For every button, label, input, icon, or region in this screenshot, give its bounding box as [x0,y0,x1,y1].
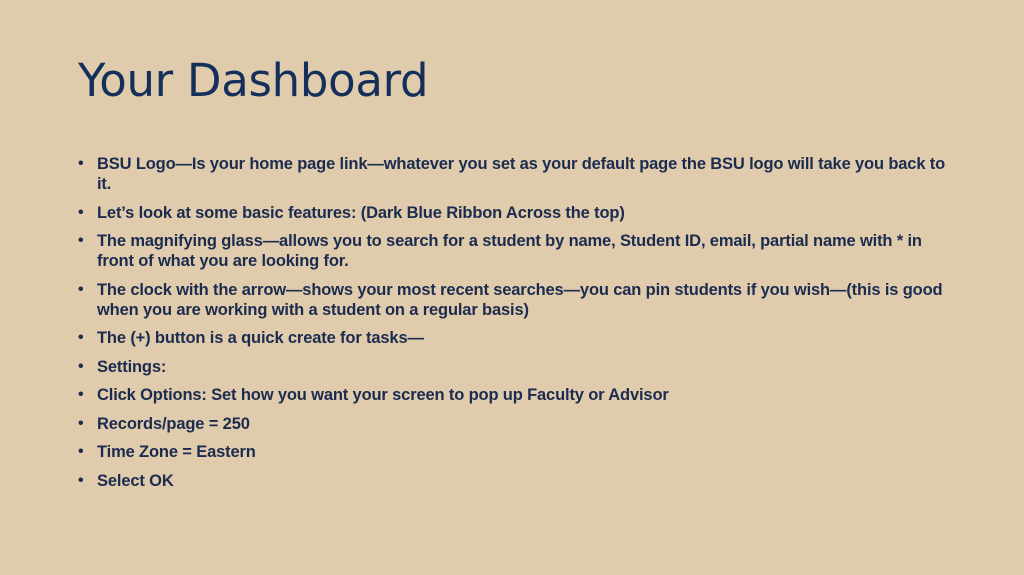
bullet-text: Select OK [97,471,174,490]
bullet-glyph: • [78,414,84,432]
bullet-glyph: • [78,443,84,460]
bullet-glyph: • [78,280,84,298]
bullet-item-features: • Let’s look at some basic features: (Dar… [78,203,958,223]
bullet-glyph: • [78,155,84,172]
bullet-glyph: • [78,357,84,375]
bullet-item-click-options: • Click Options: Set how you want your sc… [78,385,958,405]
slide: Your Dashboard • BSU Logo—Is your home pa… [0,0,1024,575]
bullet-text: BSU Logo—Is your home page link—whatever… [97,155,946,193]
bullet-item-quick-create: • The (+) button is a quick create for ta… [78,328,958,348]
slide-title: Your Dashboard [78,54,429,107]
bullet-item-magnifying-glass: • The magnifying glass—allows you to sear… [78,231,958,271]
bullet-list: • BSU Logo—Is your home page link—whateve… [78,154,958,499]
bullet-item-select-ok: • Select OK [78,471,958,491]
bullet-glyph: • [78,471,84,489]
bullet-glyph: • [78,232,84,249]
bullet-item-settings: • Settings: [78,357,958,377]
bullet-text: Records/page = 250 [97,414,250,433]
bullet-text: Let’s look at some basic features: (Dark… [97,203,625,222]
bullet-item-time-zone: • Time Zone = Eastern [78,442,958,462]
bullet-text: The magnifying glass—allows you to searc… [97,232,922,270]
bullet-item-logo: • BSU Logo—Is your home page link—whateve… [78,154,958,194]
bullet-text: Click Options: Set how you want your scr… [97,386,669,404]
bullet-text: Time Zone = Eastern [97,443,256,461]
bullet-glyph: • [78,329,84,346]
bullet-item-records-page: • Records/page = 250 [78,414,958,434]
bullet-glyph: • [78,203,84,221]
bullet-text: The (+) button is a quick create for tas… [97,329,424,347]
bullet-glyph: • [78,386,84,403]
bullet-text: The clock with the arrow—shows your most… [97,280,943,319]
bullet-item-clock: • The clock with the arrow—shows your mos… [78,280,958,320]
bullet-text: Settings: [97,357,167,376]
